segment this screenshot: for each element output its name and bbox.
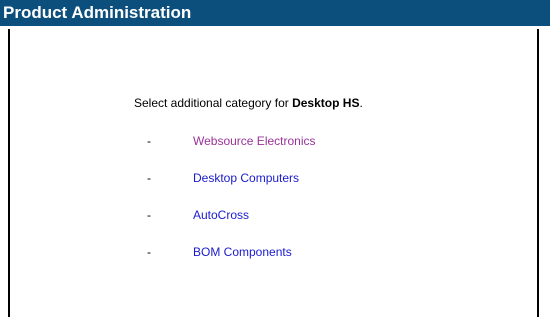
header-bar: Product Administration [0, 0, 550, 29]
category-link-desktop-computers[interactable]: Desktop Computers [193, 171, 299, 185]
list-bullet: - [147, 245, 151, 259]
list-bullet: - [147, 208, 151, 222]
list-bullet: - [147, 171, 151, 185]
category-link-autocross[interactable]: AutoCross [193, 208, 249, 222]
page-title: Product Administration [3, 3, 192, 22]
prompt-text: Select additional category for [134, 96, 293, 110]
category-link-bom-components[interactable]: BOM Components [193, 245, 292, 259]
product-name: Desktop HS [292, 96, 360, 110]
category-prompt: Select additional category for Desktop H… [134, 96, 363, 110]
list-bullet: - [147, 134, 151, 148]
content-panel: Select additional category for Desktop H… [8, 29, 539, 317]
category-link-websource-electronics[interactable]: Websource Electronics [193, 134, 316, 148]
product-admin-window: Product Administration Select additional… [0, 0, 550, 317]
prompt-period: . [359, 96, 363, 110]
